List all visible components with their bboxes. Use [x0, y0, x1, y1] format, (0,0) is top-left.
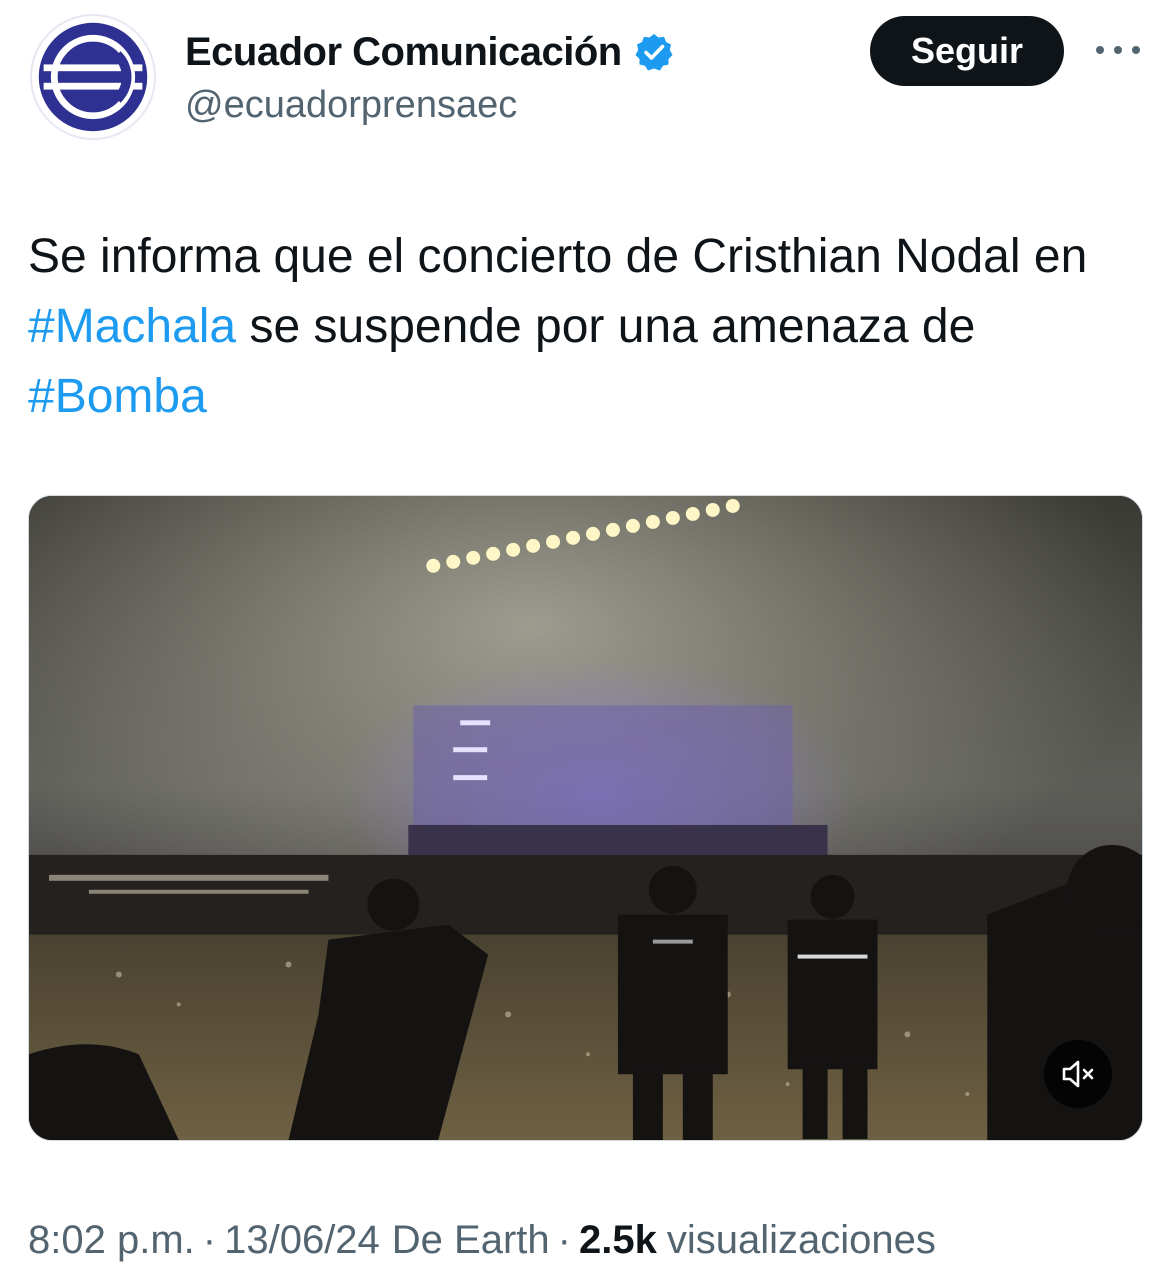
hashtag-bomba[interactable]: #Bomba: [28, 370, 207, 423]
ecuador-comunicacion-logo-icon: [38, 22, 148, 132]
views-label: visualizaciones: [666, 1217, 936, 1262]
verified-badge-icon: [634, 32, 674, 72]
tweet-time[interactable]: 8:02 p.m.: [28, 1218, 195, 1263]
video-player[interactable]: [28, 495, 1143, 1141]
tweet-text: Se informa que el concierto de Cristhian…: [28, 222, 1148, 432]
account-handle[interactable]: @ecuadorprensaec: [185, 84, 517, 127]
views-count: 2.5k: [578, 1217, 657, 1262]
muted-speaker-icon: [1062, 1060, 1094, 1088]
tweet-source: De Earth: [391, 1217, 550, 1262]
tweet-text-part: Se informa que el concierto de Cristhian…: [28, 230, 1088, 283]
display-name-row: Ecuador Comunicación: [185, 28, 674, 76]
follow-button[interactable]: Seguir: [870, 16, 1064, 86]
hashtag-machala[interactable]: #Machala: [28, 300, 236, 353]
more-horizontal-icon: [1096, 46, 1140, 54]
tweet-date[interactable]: 13/06/24: [224, 1218, 380, 1263]
separator: ·: [557, 1217, 571, 1262]
more-options-button[interactable]: [1090, 30, 1146, 70]
separator: ·: [202, 1217, 217, 1262]
video-thumbnail: [29, 496, 1142, 1140]
display-name[interactable]: Ecuador Comunicación: [185, 30, 622, 75]
tweet-text-part: se suspende por una amenaza de: [236, 300, 976, 353]
tweet-metadata: 8:02 p.m. · 13/06/24 De Earth · 2.5k vis…: [28, 1212, 936, 1268]
avatar[interactable]: [30, 14, 156, 140]
tweet-header: Ecuador Comunicación @ecuadorprensaec Se…: [0, 0, 1170, 150]
mute-toggle-button[interactable]: [1044, 1040, 1112, 1108]
